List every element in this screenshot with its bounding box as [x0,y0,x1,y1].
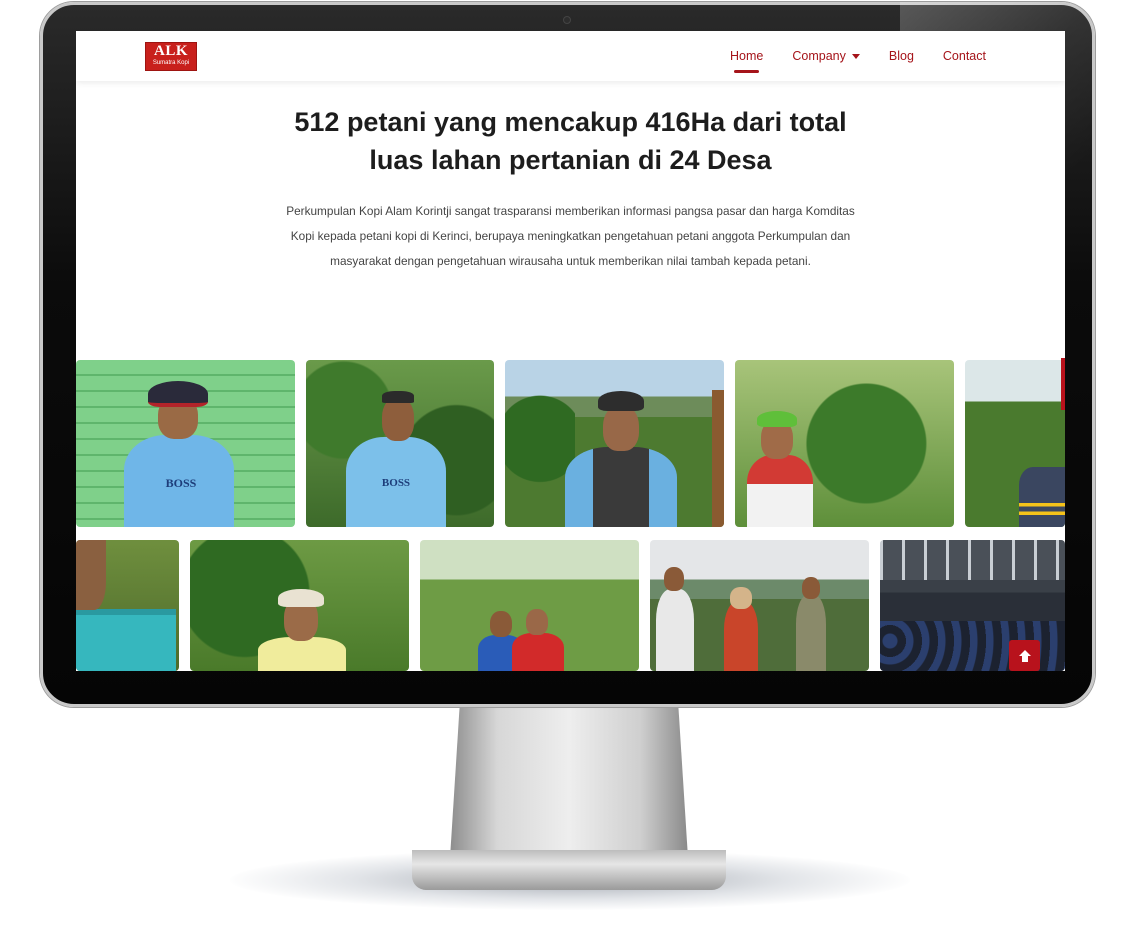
shirt-print: BOSS [165,476,197,490]
gallery-photo-farmer-6[interactable] [190,540,409,671]
gallery-photo-farmer-2[interactable]: BOSS [306,360,494,527]
nav-item-home[interactable]: Home [730,31,763,81]
person-figure [747,402,827,527]
gallery-photo-community[interactable] [650,540,869,671]
gallery-row-2 [76,540,1065,671]
nav-item-blog[interactable]: Blog [889,31,914,81]
person-figure: BOSS [346,372,446,527]
arrow-up-icon [1018,649,1031,662]
gallery-photo-farmer-4[interactable] [735,360,954,527]
logo-tagline: Sumatra Kopi [152,60,190,66]
gallery-row-1: BOSS BOSS [76,360,1065,530]
person-figure [565,382,677,527]
browser-screen: ALK Sumatra Kopi Home Company Blog Conta… [76,31,1065,671]
caret-down-icon [851,53,860,59]
gallery-photo-farmers-field[interactable] [420,540,639,671]
gallery-photo-farmer-1[interactable]: BOSS [76,360,295,527]
hero-description: Perkumpulan Kopi Alam Korintji sangat tr… [286,204,855,268]
person-figure: BOSS [124,381,234,527]
logo-wordmark: ALK [153,43,188,59]
person-figure [258,576,346,671]
person-figure [724,587,760,671]
device-mockup: ALK Sumatra Kopi Home Company Blog Conta… [0,0,1135,927]
site-logo[interactable]: ALK Sumatra Kopi [145,42,197,71]
shirt-print: BOSS [381,477,411,489]
person-figure [512,609,567,671]
nav-blog-label: Blog [888,49,914,63]
back-to-top-button[interactable] [1009,640,1040,671]
person-figure [656,565,696,671]
hero-title: 512 petani yang mencakup 416Ha dari tota… [226,103,915,179]
nav-home-label: Home [730,49,764,63]
camera-icon [563,16,571,24]
side-tab [1061,358,1065,410]
nav-contact-label: Contact [942,49,986,63]
nav-company-label: Company [792,49,846,63]
nav-item-company[interactable]: Company [792,31,860,81]
nav-item-contact[interactable]: Contact [943,31,986,81]
gallery-photo-farmer-3[interactable] [505,360,724,527]
gallery-photo-drying[interactable] [76,540,179,671]
hero-title-line-2: luas lahan pertanian di 24 Desa [369,145,772,175]
monitor-stand-base [412,850,726,890]
person-figure [796,575,828,671]
navbar: ALK Sumatra Kopi Home Company Blog Conta… [76,31,1065,81]
hero-title-line-1: 512 petani yang mencakup 416Ha dari tota… [294,107,847,137]
gallery-photo-farmer-5[interactable] [965,360,1065,527]
monitor-stand-neck [450,708,688,858]
nav-menu: Home Company Blog Contact [730,31,986,81]
